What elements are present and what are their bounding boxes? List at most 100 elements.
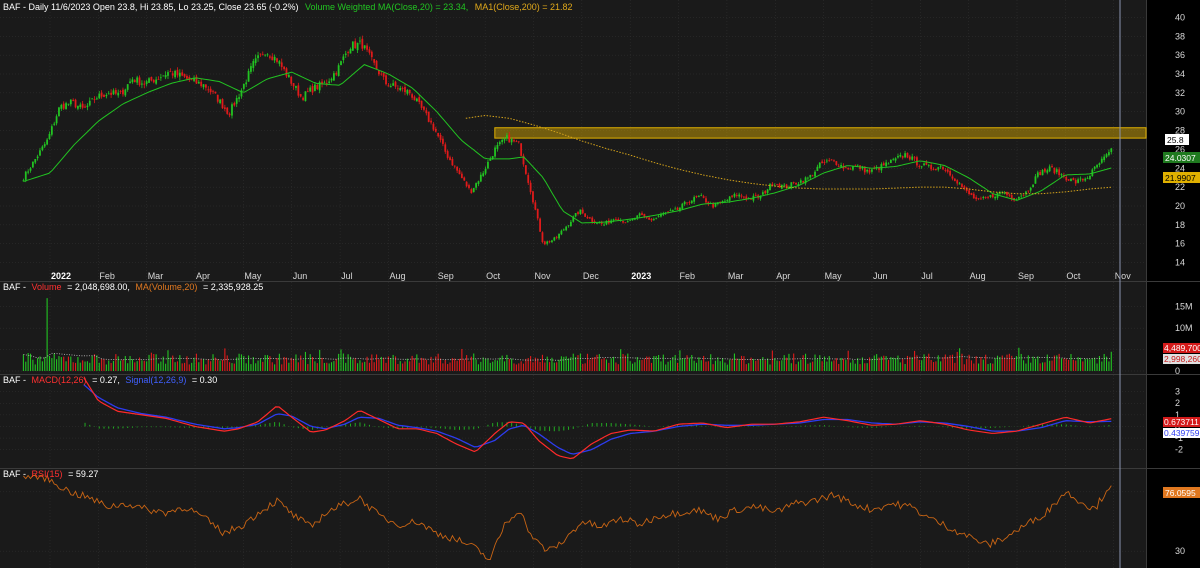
candle-body	[432, 123, 435, 130]
candle-body	[1081, 178, 1084, 181]
candle-body	[686, 202, 688, 204]
candle-body	[584, 213, 587, 217]
candle-body	[1074, 179, 1077, 184]
candle-body	[401, 87, 404, 89]
candle-body	[764, 191, 767, 194]
candle-body	[809, 174, 812, 178]
candle-body	[347, 52, 350, 54]
candle-body	[1044, 168, 1046, 172]
candle-body	[750, 198, 752, 200]
macd-header-signal-value: = 0.30	[192, 375, 217, 385]
candle-body	[591, 217, 594, 222]
candle-body	[513, 140, 515, 142]
candle-body	[785, 184, 788, 189]
candle-body	[581, 209, 584, 214]
candle-body	[795, 182, 797, 185]
candle-body	[934, 169, 937, 171]
candle-body	[534, 202, 537, 210]
candle-body	[145, 81, 148, 85]
macd-header-signal: Signal(12,26,9)	[125, 375, 186, 385]
candle-body	[991, 193, 994, 198]
candle-body	[150, 76, 153, 81]
candle-body	[423, 106, 425, 110]
price-tick-label: 40	[1175, 12, 1185, 22]
volume-ma-tag-text: 2,998,260	[1164, 354, 1200, 364]
candle-body	[148, 78, 150, 83]
candle-body	[280, 62, 283, 67]
candle-body	[316, 84, 319, 90]
candle-body	[560, 230, 563, 235]
candle-body	[830, 159, 833, 161]
macd-tag: 0.673711	[1163, 417, 1200, 427]
candle-body	[956, 180, 959, 184]
candle-body	[783, 184, 786, 186]
candle-body	[176, 69, 179, 76]
candle-body	[297, 85, 300, 96]
candle-body	[306, 91, 309, 93]
candle-body	[968, 190, 970, 195]
candle-body	[314, 84, 316, 91]
candle-body	[266, 54, 269, 56]
candle-body	[586, 216, 589, 219]
candle-body	[961, 184, 963, 188]
candle-body	[48, 133, 51, 139]
candle-body	[498, 142, 501, 145]
price-tick-label: 16	[1175, 239, 1185, 249]
price-panel-bg[interactable]	[0, 0, 1146, 281]
candle-body	[69, 99, 72, 105]
candle-body	[553, 237, 556, 241]
candle-body	[1051, 166, 1053, 168]
candle-body	[420, 100, 423, 108]
x-month-label: Jul	[341, 271, 353, 281]
candle-body	[871, 169, 873, 172]
price-tick-label: 20	[1175, 201, 1185, 211]
candle-body	[911, 156, 914, 160]
candle-body	[72, 99, 75, 101]
candle-body	[309, 87, 312, 92]
candle-body	[970, 193, 973, 195]
price-header-main: BAF - Daily 11/6/2023 Open 23.8, Hi 23.8…	[3, 2, 299, 12]
candle-body	[276, 58, 278, 62]
candle-body	[802, 181, 805, 183]
candle-body	[356, 42, 359, 51]
rsi-panel-bg[interactable]	[0, 469, 1146, 568]
candle-body	[612, 219, 615, 221]
candle-body	[650, 218, 653, 221]
candle-body	[74, 99, 77, 108]
macd-tick-label: 3	[1175, 387, 1180, 397]
candle-body	[1070, 178, 1072, 182]
candle-body	[77, 106, 79, 109]
candle-body	[271, 56, 274, 61]
candle-body	[669, 210, 672, 212]
chart-canvas[interactable]: 2022 Feb Mar Apr May Jun Jul Aug Sep Oct Nov Dec 202…	[0, 0, 1200, 568]
candle-body	[944, 170, 947, 172]
x-month-label: Oct	[486, 271, 501, 281]
candle-body	[152, 79, 155, 83]
candle-body	[302, 97, 304, 100]
x-month-label: Aug	[389, 271, 405, 281]
candle-body	[62, 103, 65, 109]
candle-body	[833, 160, 835, 162]
candle-body	[259, 53, 262, 55]
candle-body	[648, 217, 651, 220]
candle-body	[899, 154, 902, 157]
candle-body	[88, 100, 91, 106]
candle-body	[546, 241, 549, 244]
candle-body	[190, 79, 193, 81]
candle-body	[242, 84, 245, 89]
candle-body	[285, 68, 288, 77]
price-tick-label: 38	[1175, 31, 1185, 41]
candle-body	[643, 213, 646, 217]
candle-body	[536, 208, 539, 219]
candle-body	[932, 168, 935, 170]
candle-body	[754, 194, 757, 196]
candle-body	[510, 139, 513, 143]
candle-body	[496, 144, 499, 149]
candle-body	[238, 97, 240, 99]
candle-body	[906, 152, 909, 158]
candle-body	[524, 165, 527, 174]
ma200-tag-text: 21.9907	[1165, 173, 1196, 183]
candle-body	[394, 81, 397, 87]
candle-body	[58, 107, 60, 117]
candle-body	[442, 138, 444, 144]
